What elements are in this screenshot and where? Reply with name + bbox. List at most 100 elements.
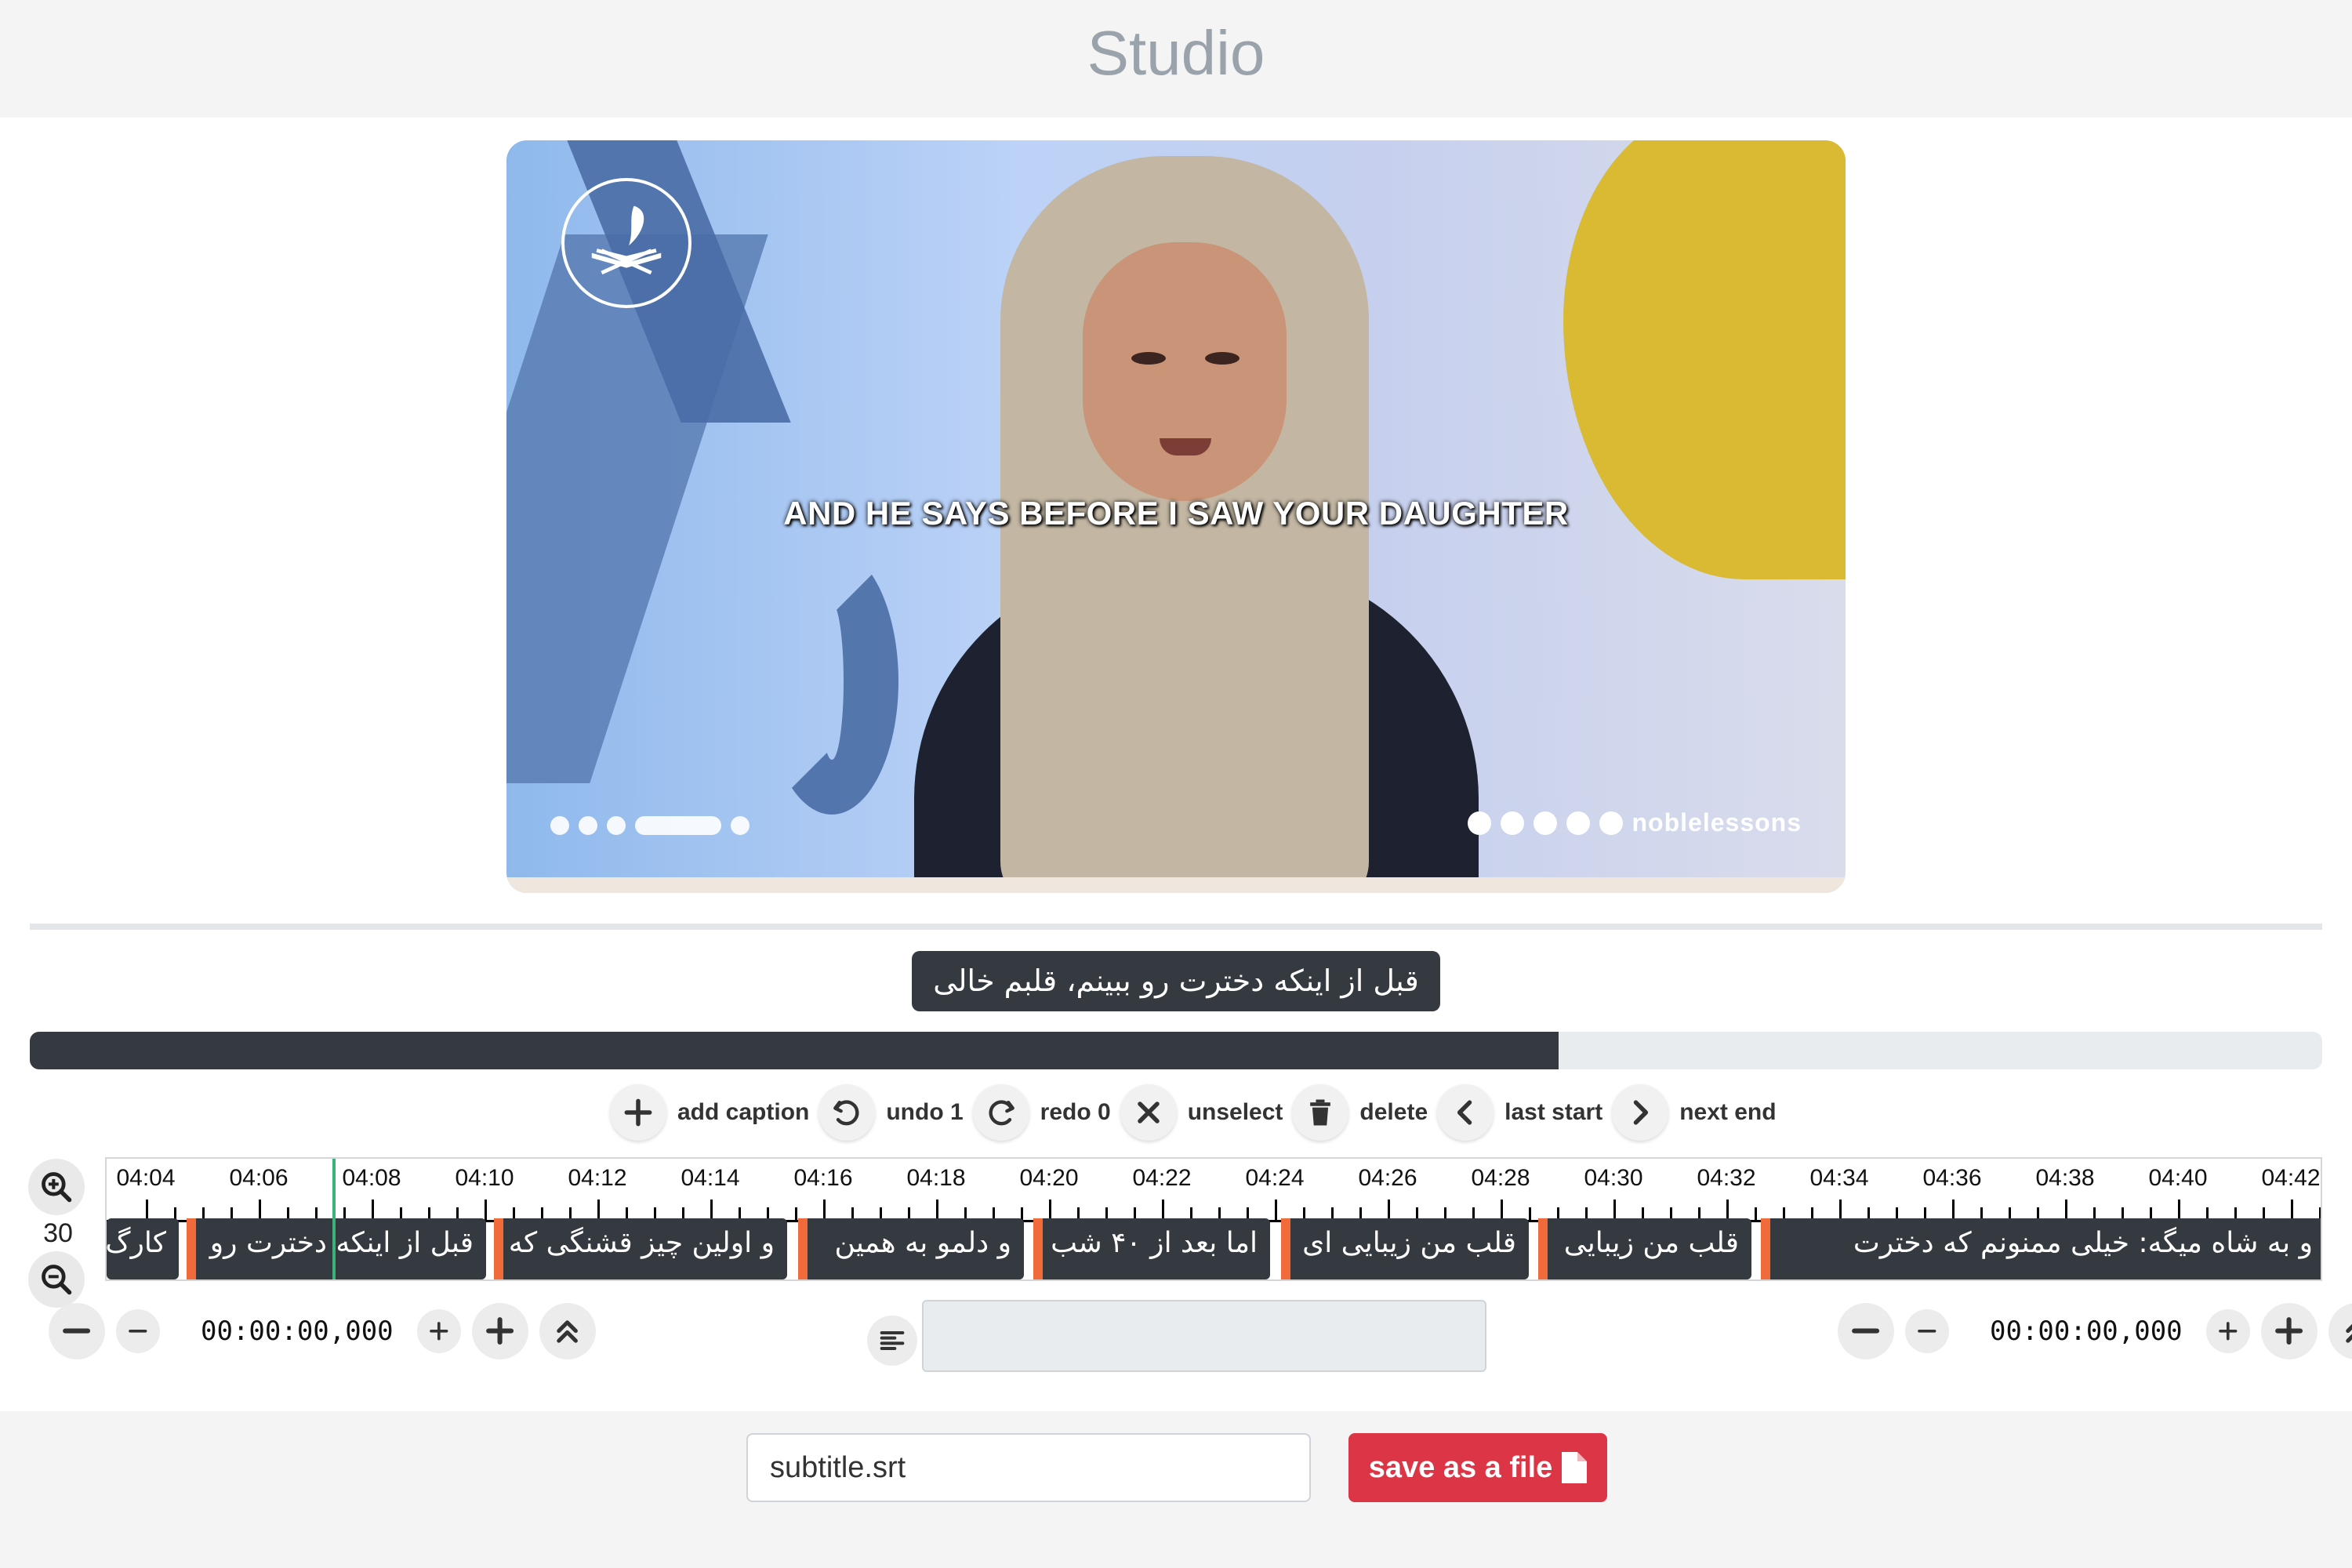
segment-resize-handle[interactable] (1281, 1218, 1290, 1279)
last-start-button[interactable]: last start (1437, 1084, 1602, 1141)
tick-label: 04:12 (568, 1165, 627, 1191)
social-icons-left (550, 816, 750, 835)
brand-name: noblelessons (1632, 808, 1802, 837)
caption-segment[interactable]: قلب من زیبایی (1540, 1218, 1751, 1279)
tick-label: 04:06 (229, 1165, 289, 1191)
minus-icon (63, 1328, 91, 1334)
tick-mark (823, 1200, 826, 1220)
caption-segment[interactable]: کارگ (107, 1218, 179, 1279)
segment-resize-handle[interactable] (1033, 1218, 1043, 1279)
tick-mark (710, 1200, 713, 1220)
last-start-label: last start (1504, 1099, 1603, 1125)
start-minus-large-button[interactable] (49, 1303, 105, 1359)
plus-icon (2275, 1317, 2303, 1345)
start-minus-small-button[interactable] (116, 1309, 160, 1353)
tick-mark (1388, 1200, 1390, 1220)
divider (30, 924, 2322, 930)
subscribe-badge-icon (635, 816, 721, 835)
add-caption-button[interactable]: add caption (610, 1084, 809, 1141)
tick-label: 04:26 (1358, 1165, 1417, 1191)
tick-mark (2291, 1200, 2293, 1220)
tick-label: 04:30 (1584, 1165, 1643, 1191)
text-align-button[interactable] (867, 1316, 917, 1366)
end-plus-small-button[interactable] (2205, 1309, 2250, 1353)
caption-text-input[interactable] (922, 1300, 1486, 1372)
end-time-value[interactable]: 00:00:00,000 (1990, 1316, 2183, 1347)
telegram-icon (1599, 811, 1623, 835)
end-minus-small-button[interactable] (1905, 1309, 1949, 1353)
filename-input[interactable] (746, 1433, 1311, 1502)
start-time-value[interactable]: 00:00:00,000 (201, 1316, 394, 1347)
tick-label: 04:24 (1245, 1165, 1305, 1191)
progress-fill (30, 1032, 1559, 1069)
start-plus-large-button[interactable] (471, 1303, 528, 1359)
segment-resize-handle[interactable] (1761, 1218, 1770, 1279)
plus-icon (610, 1084, 666, 1141)
tick-mark (1049, 1200, 1051, 1220)
delete-button[interactable]: delete (1292, 1084, 1428, 1141)
zoom-out-button[interactable] (28, 1251, 85, 1308)
end-jump-button[interactable] (2328, 1303, 2352, 1359)
end-plus-large-button[interactable] (2260, 1303, 2318, 1359)
caption-segment[interactable]: اما بعد از ۴۰ شب (1035, 1218, 1270, 1279)
tick-mark (597, 1200, 600, 1220)
tick-label: 04:32 (1697, 1165, 1756, 1191)
segment-resize-handle[interactable] (494, 1218, 503, 1279)
caption-segment[interactable]: و دلمو به همین (800, 1218, 1024, 1279)
tick-mark (2065, 1200, 2067, 1220)
tick-mark (1952, 1200, 1955, 1220)
tick-mark (485, 1200, 487, 1220)
save-file-label: save as a file (1368, 1450, 1553, 1484)
tick-label: 04:04 (116, 1165, 176, 1191)
zoom-in-icon (42, 1172, 72, 1203)
tick-mark (936, 1200, 938, 1220)
start-jump-button[interactable] (539, 1303, 596, 1359)
save-file-button[interactable]: save as a file (1348, 1433, 1607, 1502)
plus-icon (2219, 1322, 2238, 1341)
timeline[interactable]: 04:04 04:06 04:08 04:10 04:12 04:14 04:16 04:18… (105, 1157, 2322, 1281)
tick-mark (1839, 1200, 1842, 1220)
caption-segment[interactable]: قبل از اینکه دخترت رو (188, 1218, 486, 1279)
segment-resize-handle[interactable] (798, 1218, 808, 1279)
timeline-ruler: 04:04 04:06 04:08 04:10 04:12 04:14 04:16 04:18… (107, 1159, 2321, 1221)
redo-button[interactable]: redo 0 (972, 1084, 1111, 1141)
tick-label: 04:14 (681, 1165, 740, 1191)
tick-label: 04:16 (793, 1165, 853, 1191)
align-left-icon (880, 1331, 905, 1350)
channel-logo (561, 178, 691, 308)
video-caption-overlay: AND HE SAYS BEFORE I SAW YOUR DAUGHTER (783, 495, 1569, 532)
tick-label: 04:42 (2261, 1165, 2321, 1191)
page-title: Studio (1087, 18, 1265, 88)
video-player[interactable]: AND HE SAYS BEFORE I SAW YOUR DAUGHTER n… (506, 140, 1846, 893)
tick-mark (2178, 1200, 2180, 1220)
next-end-label: next end (1679, 1099, 1777, 1125)
playback-progress[interactable] (30, 1032, 2322, 1069)
tick-mark (1501, 1200, 1503, 1220)
caption-segment[interactable]: و اولین چیز قشنگی که (495, 1218, 787, 1279)
caption-segment[interactable]: قلب من زیبایی ای (1283, 1218, 1529, 1279)
tick-mark (146, 1200, 148, 1220)
tick-mark (1726, 1200, 1729, 1220)
tick-mark (372, 1200, 374, 1220)
zoom-in-button[interactable] (28, 1159, 85, 1215)
start-plus-small-button[interactable] (416, 1309, 461, 1353)
zoom-controls: 30 (28, 1159, 88, 1308)
undo-button[interactable]: undo 1 (818, 1084, 964, 1141)
next-end-button[interactable]: next end (1612, 1084, 1777, 1141)
unselect-button[interactable]: unselect (1120, 1084, 1283, 1141)
segment-resize-handle[interactable] (187, 1218, 196, 1279)
file-icon (1562, 1452, 1588, 1483)
chevron-left-icon (1437, 1084, 1494, 1141)
segment-resize-handle[interactable] (1538, 1218, 1548, 1279)
caption-toolbar: add caption undo 1 redo 0 unselect delet… (610, 1083, 1786, 1142)
end-minus-large-button[interactable] (1838, 1303, 1894, 1359)
zoom-level: 30 (43, 1218, 73, 1248)
plus-icon (430, 1322, 448, 1341)
tick-label: 04:08 (342, 1165, 401, 1191)
minus-icon (1852, 1328, 1880, 1334)
facebook-icon (1533, 811, 1557, 835)
playhead[interactable] (332, 1159, 336, 1279)
tick-mark (1275, 1200, 1277, 1220)
caption-segment[interactable]: و به شاه میگه: خیلی ممنونم که دخترت (1762, 1218, 2321, 1279)
twitter-icon (1566, 811, 1590, 835)
